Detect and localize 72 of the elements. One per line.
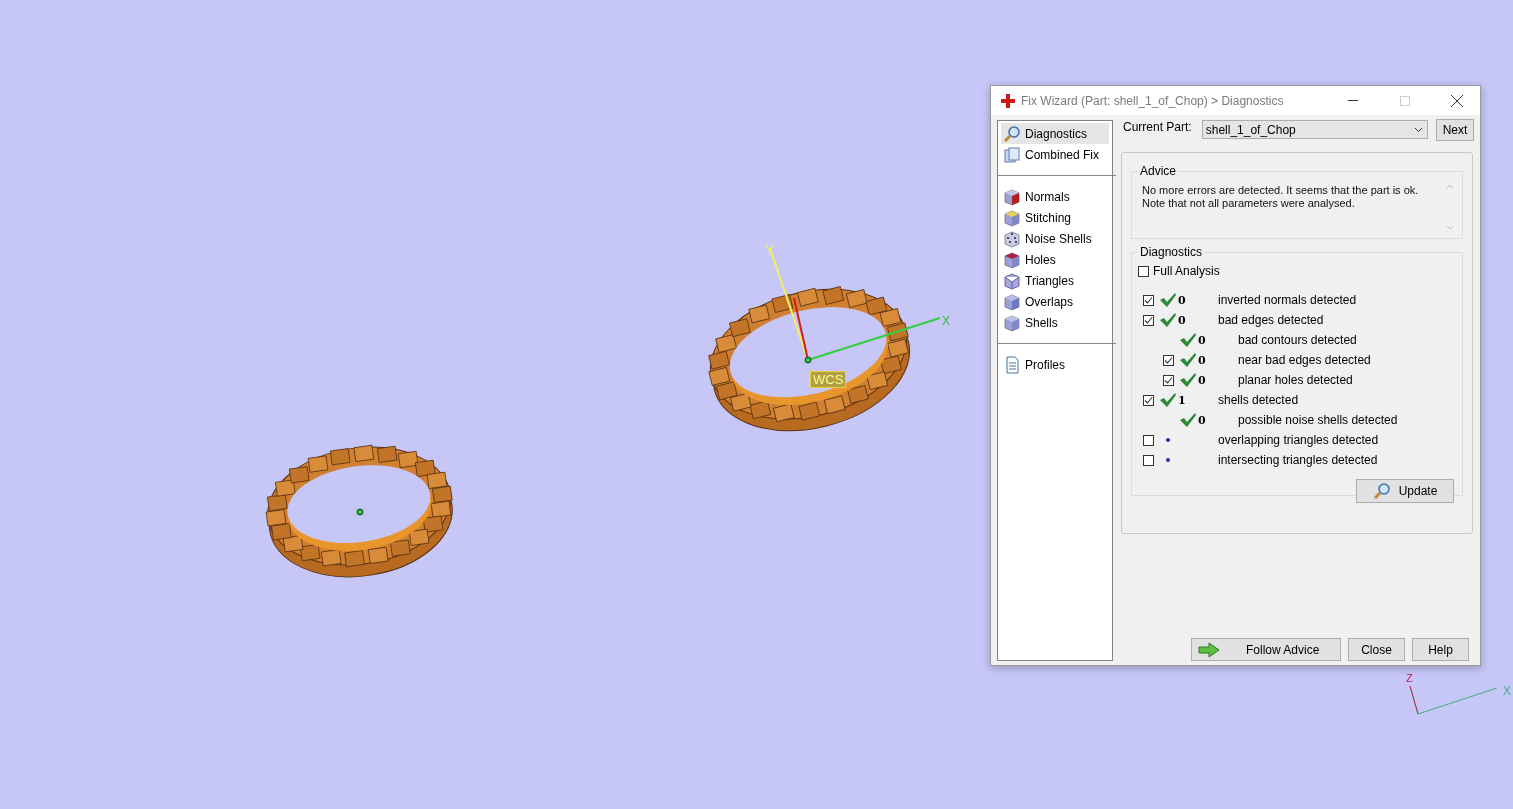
window-title: Fix Wizard (Part: shell_1_of_Chop) > Diagnostics xyxy=(1021,93,1285,108)
dialog-button[interactable]: Close xyxy=(1348,638,1405,661)
field-label: Current Part: xyxy=(1122,120,1192,134)
advice-text: No more errors are detected. It seems that the part is ok. Note that not all parameters were analysed. xyxy=(1142,184,1420,211)
checkbox[interactable] xyxy=(1143,454,1154,466)
follow-advice-button[interactable]: Follow Advice xyxy=(1191,638,1341,661)
axis-label: X xyxy=(1503,685,1511,697)
axis-label: Z xyxy=(1406,673,1413,684)
wireframe-cube-icon xyxy=(1003,271,1021,290)
checkbox[interactable] xyxy=(1143,434,1154,446)
dialog-button[interactable]: Help xyxy=(1412,638,1469,661)
close-icon xyxy=(1451,94,1463,107)
layers-icon xyxy=(1003,145,1021,164)
axis-label: Y xyxy=(765,243,775,257)
axis-label: X xyxy=(942,315,950,327)
search-icon xyxy=(1003,124,1021,143)
count-text: 0 xyxy=(1198,353,1206,367)
wcs-label: WCS xyxy=(810,371,847,388)
minimize-icon xyxy=(1348,99,1358,102)
count-text: 0 xyxy=(1178,313,1186,327)
diagnostic-label: planar holes detected xyxy=(1238,373,1353,387)
diagnostic-label: possible noise shells detected xyxy=(1238,413,1398,427)
checkbox[interactable] xyxy=(1163,374,1174,386)
part-dropdown[interactable]: shell_1_of_Chop xyxy=(1201,120,1428,139)
diagnostic-label: intersecting triangles detected xyxy=(1218,453,1378,467)
cube-icon xyxy=(1003,250,1021,269)
update-button[interactable]: Update xyxy=(1356,479,1454,503)
origin-dot xyxy=(804,356,812,364)
search-icon xyxy=(1372,482,1391,500)
sidebar-item[interactable]: Shells xyxy=(1001,312,1109,333)
group-title: Diagnostics xyxy=(1138,245,1205,259)
cube-icon xyxy=(1003,187,1021,206)
next-button[interactable]: Next xyxy=(1435,119,1475,141)
checkbox[interactable] xyxy=(1143,314,1154,326)
diagnostic-label: near bad edges detected xyxy=(1238,353,1371,367)
checkbox[interactable] xyxy=(1143,294,1154,306)
sidebar-item[interactable]: Normals xyxy=(1001,186,1109,207)
sidebar-item[interactable]: Noise Shells xyxy=(1001,228,1109,249)
diagnostic-label: overlapping triangles detected xyxy=(1218,433,1379,447)
sidebar-item[interactable]: Combined Fix xyxy=(1001,144,1109,165)
chevron-down-icon xyxy=(1446,225,1454,230)
count-text: 0 xyxy=(1198,413,1206,427)
cross-icon xyxy=(1001,93,1015,108)
cube-icon xyxy=(1003,208,1021,227)
cube-icon xyxy=(1003,313,1021,332)
checkbox[interactable] xyxy=(1138,265,1149,277)
chevron-down-icon xyxy=(1413,126,1423,133)
maximize-icon xyxy=(1400,95,1410,106)
sidebar-item[interactable]: Profiles xyxy=(1001,354,1109,375)
sidebar-item[interactable]: Holes xyxy=(1001,249,1109,270)
checkbox-label: Full Analysis xyxy=(1153,264,1220,278)
checkbox[interactable] xyxy=(1143,394,1154,406)
document-icon xyxy=(1003,355,1021,374)
sidebar-item[interactable]: Overlaps xyxy=(1001,291,1109,312)
sidebar-item[interactable]: Stitching xyxy=(1001,207,1109,228)
group-title: Advice xyxy=(1138,164,1179,178)
arrow-icon xyxy=(1198,641,1220,658)
count-text: 1 xyxy=(1178,393,1186,407)
chevron-up-icon xyxy=(1446,184,1454,189)
sidebar-item[interactable]: Diagnostics xyxy=(1001,123,1109,144)
origin-dot xyxy=(356,508,364,516)
cube-icon xyxy=(1003,292,1021,311)
checkbox[interactable] xyxy=(1163,354,1174,366)
count-text: 0 xyxy=(1198,373,1206,387)
diagnostic-label: inverted normals detected xyxy=(1218,293,1357,307)
sidebar-item[interactable]: Triangles xyxy=(1001,270,1109,291)
diagnostic-label: bad edges detected xyxy=(1218,313,1324,327)
count-text: 0 xyxy=(1198,333,1206,347)
dice-icon xyxy=(1003,229,1021,248)
diagnostic-label: shells detected xyxy=(1218,393,1299,407)
count-text: 0 xyxy=(1178,293,1186,307)
diagnostic-label: bad contours detected xyxy=(1238,333,1357,347)
